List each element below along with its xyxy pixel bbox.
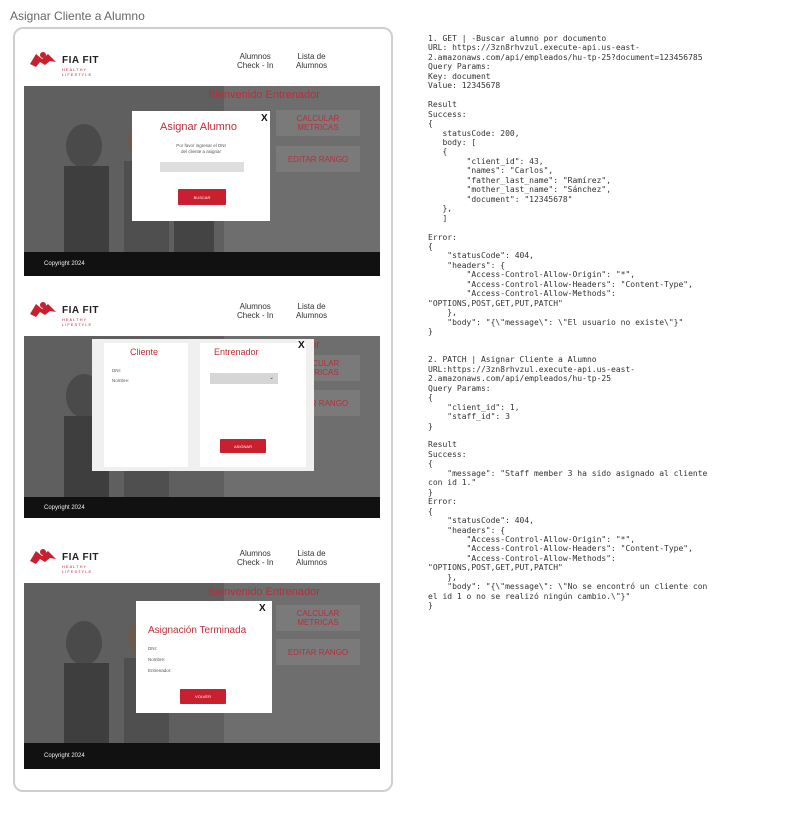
client-title: Cliente: [130, 347, 159, 357]
brand-tagline: HEALTHY LIFESTYLE: [62, 67, 93, 77]
welcome-heading: Bienvenido Entrenador: [208, 89, 320, 101]
brand-logo[interactable]: FIA FIT HEALTHY LIFESTYLE: [28, 50, 118, 77]
trainer-select[interactable]: ⌄: [210, 373, 278, 384]
calc-line1: CALCULAR: [296, 114, 340, 123]
assign-trainer-modal: Cliente DNI: Nombre: Entrenador X ⌄ ASIG…: [92, 339, 314, 471]
close-icon[interactable]: X: [298, 340, 305, 351]
copyright-text: Copyright 2024: [44, 753, 85, 759]
calc-line2: METRICAS: [297, 618, 339, 627]
assign-done-modal: X Asignación Terminada DNI: Nombre: Entr…: [136, 601, 272, 713]
copyright-text: Copyright 2024: [44, 505, 85, 511]
edit-rank-button[interactable]: EDITAR RANGO: [276, 639, 360, 665]
nav-list-line1: Lista de: [297, 52, 326, 61]
nav-list-line1: Lista de: [297, 302, 326, 311]
assign-button[interactable]: ASIGNAR: [220, 439, 266, 453]
hero-section: Bienvenido Entrenador CALCULARMETRICAS E…: [24, 336, 380, 497]
nav-list-line2: Alumnos: [296, 61, 328, 70]
calc-line2: METRICAS: [297, 123, 339, 132]
brand-name: FIA FIT: [62, 305, 100, 316]
brand-name: FIA FIT: [62, 55, 100, 66]
nav-check-in-line1: Alumnos: [239, 302, 271, 311]
nav-list-line1: Lista de: [297, 549, 326, 558]
footer: Copyright 2024: [24, 743, 380, 769]
nav-check-in[interactable]: Alumnos Check - In: [237, 52, 273, 70]
trainer-panel: Entrenador X ⌄ ASIGNAR: [200, 340, 306, 467]
hero-section: Bienvenido Entrenador CALCULARMETRICAS E…: [24, 583, 380, 743]
back-button[interactable]: VOLVER: [180, 689, 226, 704]
hero-section: Bienvenido Entrenador CALCULARMETRICAS E…: [24, 86, 380, 252]
close-icon[interactable]: X: [259, 603, 266, 614]
done-dni-label: DNI:: [148, 646, 157, 651]
edit-rank-label: EDITAR RANGO: [287, 154, 349, 164]
page-title: Asignar Cliente a Alumno: [10, 9, 145, 23]
done-modal-title: Asignación Terminada: [148, 625, 247, 636]
welcome-heading: Bienvenido Entrenador: [208, 586, 320, 598]
nav-student-list[interactable]: Lista de Alumnos: [296, 52, 327, 70]
nav-check-in-line2: Check - In: [237, 311, 274, 320]
edit-rank-label: EDITAR RANGO: [287, 647, 349, 657]
nav-check-in-line1: Alumnos: [239, 549, 271, 558]
nav-check-in-line1: Alumnos: [239, 52, 271, 61]
nav-bar: FIA FIT HEALTHY LIFESTYLE Alumnos Check …: [24, 537, 380, 583]
close-icon[interactable]: X: [261, 113, 268, 124]
nav-check-in-line2: Check - In: [237, 61, 274, 70]
calculate-metrics-button[interactable]: CALCULAR METRICAS: [276, 110, 360, 136]
nav-student-list[interactable]: Lista de Alumnos: [296, 302, 327, 320]
chevron-down-icon: ⌄: [268, 375, 274, 381]
screen-assign-student: FIA FIT HEALTHY LIFESTYLE Alumnos Check …: [24, 40, 380, 276]
nav-bar: FIA FIT HEALTHY LIFESTYLE Alumnos Check …: [24, 290, 380, 336]
done-name-label: Nombre:: [148, 657, 166, 662]
nav-list-line2: Alumnos: [296, 558, 328, 567]
nav-list-line2: Alumnos: [296, 311, 328, 320]
screen-assign-trainer: FIA FIT HEALTHY LIFESTYLE Alumnos Check …: [24, 290, 380, 518]
fia-fit-logo-icon: [30, 302, 56, 317]
nav-student-list[interactable]: Lista de Alumnos: [296, 549, 327, 567]
screen-assign-done: FIA FIT HEALTHY LIFESTYLE Alumnos Check …: [24, 537, 380, 769]
nav-bar: FIA FIT HEALTHY LIFESTYLE Alumnos Check …: [24, 40, 380, 86]
copyright-text: Copyright 2024: [44, 261, 85, 267]
client-name-label: Nombre:: [112, 378, 130, 383]
calc-line1: CALCULAR: [296, 609, 340, 618]
client-panel: Cliente DNI: Nombre:: [104, 343, 188, 467]
brand-tagline: HEALTHY LIFESTYLE: [62, 564, 93, 574]
search-button[interactable]: BUSCAR: [178, 189, 226, 205]
assign-prompt: Por favor ingresar el DNI del cliente a …: [166, 143, 236, 155]
edit-rank-button[interactable]: EDITAR RANGO: [276, 146, 360, 172]
footer: Copyright 2024: [24, 497, 380, 518]
brand-logo[interactable]: FIA FIT HEALTHY LIFESTYLE: [28, 300, 118, 327]
footer: Copyright 2024: [24, 252, 380, 276]
brand-logo[interactable]: FIA FIT HEALTHY LIFESTYLE: [28, 547, 118, 574]
client-dni-label: DNI:: [112, 368, 121, 373]
nav-check-in-line2: Check - In: [237, 558, 274, 567]
assign-student-modal: Asignar Alumno X Por favor ingresar el D…: [132, 111, 270, 221]
assign-modal-title: Asignar Alumno: [160, 121, 238, 133]
fia-fit-logo-icon: [30, 52, 56, 67]
brand-name: FIA FIT: [62, 552, 100, 563]
fia-fit-logo-icon: [30, 549, 56, 564]
api-spec-text: 1. GET | -Buscar alumno por documento UR…: [428, 34, 708, 611]
dni-input[interactable]: [160, 162, 244, 172]
nav-check-in[interactable]: Alumnos Check - In: [237, 549, 273, 567]
calculate-metrics-button[interactable]: CALCULAR METRICAS: [276, 605, 360, 631]
nav-check-in[interactable]: Alumnos Check - In: [237, 302, 273, 320]
prompt-line2: del cliente a asignar: [180, 149, 222, 154]
brand-tagline: HEALTHY LIFESTYLE: [62, 317, 93, 327]
trainer-title: Entrenador: [214, 347, 259, 357]
done-trainer-label: Entrenador:: [148, 668, 172, 673]
